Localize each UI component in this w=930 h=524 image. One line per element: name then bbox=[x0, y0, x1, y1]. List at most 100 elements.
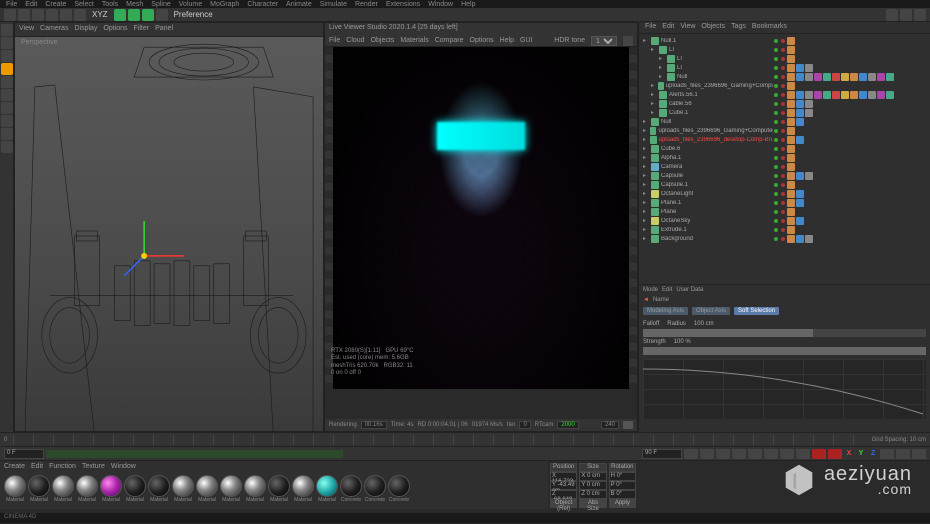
pos-z-field[interactable]: Z -68.848 cm bbox=[550, 490, 577, 499]
point-mode-icon[interactable] bbox=[1, 63, 13, 75]
main-menu[interactable]: FileEditCreate SelectToolsMesh SplineVol… bbox=[0, 0, 930, 8]
key-x-icon[interactable]: X bbox=[844, 450, 854, 457]
wireframe-canvas[interactable] bbox=[15, 37, 323, 431]
tag-row[interactable] bbox=[773, 162, 926, 171]
goto-start-icon[interactable] bbox=[684, 449, 698, 459]
tag-row[interactable] bbox=[773, 216, 926, 225]
tag-row[interactable] bbox=[773, 144, 926, 153]
move-icon[interactable] bbox=[46, 9, 58, 21]
record-icon[interactable] bbox=[812, 449, 826, 459]
tag-row[interactable] bbox=[773, 63, 926, 72]
outliner-item[interactable]: ▸Plane bbox=[643, 207, 773, 216]
axis-z-icon[interactable] bbox=[142, 9, 154, 21]
outliner-item[interactable]: ▸Extrude.1 bbox=[643, 225, 773, 234]
key-pos-icon[interactable] bbox=[880, 449, 894, 459]
material-swatch[interactable]: Material bbox=[100, 475, 122, 503]
key-rot-icon[interactable] bbox=[912, 449, 926, 459]
material-swatch[interactable]: Material bbox=[196, 475, 218, 503]
workplane-icon[interactable] bbox=[1, 50, 13, 62]
viewport-menu[interactable]: ViewCameras DisplayOptions FilterPanel bbox=[15, 23, 323, 37]
outliner-item[interactable]: ▸Capsule.1 bbox=[643, 180, 773, 189]
pos-y-field[interactable]: Y -43.49 cm bbox=[550, 481, 577, 490]
tag-row[interactable] bbox=[773, 108, 926, 117]
tag-row[interactable] bbox=[773, 72, 926, 81]
viewport-solo-icon[interactable] bbox=[1, 115, 13, 127]
material-swatch[interactable]: Material bbox=[220, 475, 242, 503]
apply-button[interactable]: Apply bbox=[609, 499, 636, 508]
tag-row[interactable] bbox=[773, 171, 926, 180]
timeline-track[interactable] bbox=[46, 450, 640, 458]
tag-row[interactable] bbox=[773, 135, 926, 144]
scale-icon[interactable] bbox=[60, 9, 72, 21]
material-swatch[interactable]: Material bbox=[4, 475, 26, 503]
tag-row[interactable] bbox=[773, 153, 926, 162]
next-key-icon[interactable] bbox=[780, 449, 794, 459]
tag-row[interactable] bbox=[773, 90, 926, 99]
outliner-item[interactable]: ▸Capsule bbox=[643, 171, 773, 180]
expand-icon[interactable] bbox=[623, 421, 633, 429]
outliner-item[interactable]: ▸OctaneLight bbox=[643, 189, 773, 198]
main-toolbar[interactable]: XYZ Preference bbox=[0, 8, 930, 22]
autokey-icon[interactable] bbox=[828, 449, 842, 459]
tag-row[interactable] bbox=[773, 225, 926, 234]
outliner-item[interactable]: ▸uploads_files_2396696_desktop-Comp-Bru+… bbox=[643, 135, 773, 144]
pos-x-field[interactable]: X 116.723 cm bbox=[550, 472, 577, 481]
material-swatch[interactable]: Material bbox=[148, 475, 170, 503]
falloff-graph[interactable] bbox=[643, 359, 926, 419]
object-manager-menu[interactable]: FileEditView ObjectsTagsBookmarks bbox=[639, 22, 930, 34]
snap-icon[interactable] bbox=[1, 128, 13, 140]
material-swatch[interactable]: Material bbox=[28, 475, 50, 503]
material-swatch[interactable]: Material bbox=[244, 475, 266, 503]
outliner-item[interactable]: ▸uploads_files_2396696_Gaming+Computer+F… bbox=[643, 126, 773, 135]
tab-object-axis[interactable]: Object Axis bbox=[692, 307, 730, 315]
live-viewer[interactable]: Live Viewer Studio 2020.1.4 [25 days lef… bbox=[324, 22, 638, 432]
prev-key-icon[interactable] bbox=[700, 449, 714, 459]
material-swatch[interactable]: Material bbox=[268, 475, 290, 503]
hdr-select[interactable]: 1 bbox=[591, 36, 617, 46]
tab-modeling-axis[interactable]: Modeling Axis bbox=[643, 307, 688, 315]
redo-icon[interactable] bbox=[18, 9, 30, 21]
perspective-viewport[interactable]: ViewCameras DisplayOptions FilterPanel bbox=[14, 22, 324, 432]
outliner-item[interactable]: ▸Alerts.56.1 bbox=[643, 90, 773, 99]
end-frame[interactable]: 90 F bbox=[642, 449, 682, 459]
lock-icon[interactable] bbox=[1, 141, 13, 153]
material-swatch[interactable]: Concrete bbox=[340, 475, 362, 503]
rotate-icon[interactable] bbox=[74, 9, 86, 21]
play-icon[interactable] bbox=[748, 449, 762, 459]
outliner-item[interactable]: ▸LI bbox=[643, 45, 773, 54]
outliner-item[interactable]: ▸cable.56 bbox=[643, 99, 773, 108]
outliner-item[interactable]: ▸Null bbox=[643, 117, 773, 126]
outliner-item[interactable]: ▸LI bbox=[643, 54, 773, 63]
render-output[interactable]: RTX 2080(S)[1.11] GPU 69°C Est. used (co… bbox=[325, 47, 637, 389]
texture-mode-icon[interactable] bbox=[1, 37, 13, 49]
outliner-item[interactable]: ▸Alpha.1 bbox=[643, 153, 773, 162]
model-mode-icon[interactable] bbox=[1, 24, 13, 36]
key-z-icon[interactable]: Z bbox=[868, 450, 878, 457]
outliner-item[interactable]: ▸Plane.1 bbox=[643, 198, 773, 207]
outliner-item[interactable]: ▸Camera bbox=[643, 162, 773, 171]
key-scale-icon[interactable] bbox=[896, 449, 910, 459]
live-viewer-menu[interactable]: FileCloudObjects MaterialsCompareOptions… bbox=[325, 35, 637, 47]
outliner-item[interactable]: ▸Background bbox=[643, 234, 773, 243]
tab-soft-selection[interactable]: Soft Selection bbox=[734, 307, 779, 315]
lock-render-icon[interactable] bbox=[623, 36, 633, 46]
axis-x-icon[interactable] bbox=[114, 9, 126, 21]
material-swatch[interactable]: Concrete bbox=[388, 475, 410, 503]
tag-row[interactable] bbox=[773, 126, 926, 135]
next-frame-icon[interactable] bbox=[764, 449, 778, 459]
coord-mode-button[interactable]: Object (Rel) bbox=[550, 499, 577, 508]
material-swatch[interactable]: Material bbox=[316, 475, 338, 503]
outliner-item[interactable]: ▸uploads_files_2396696_Gaming+Computer+F… bbox=[643, 81, 773, 90]
edge-mode-icon[interactable] bbox=[1, 76, 13, 88]
current-frame[interactable]: 0 F bbox=[4, 449, 44, 459]
attribute-manager[interactable]: ModeEditUser Data ◄Name Modeling Axis Ob… bbox=[639, 284, 930, 432]
tag-row[interactable] bbox=[773, 180, 926, 189]
strength-slider[interactable] bbox=[643, 347, 926, 355]
goto-end-icon[interactable] bbox=[796, 449, 810, 459]
material-swatch[interactable]: Concrete bbox=[364, 475, 386, 503]
coord-icon[interactable] bbox=[156, 9, 168, 21]
outliner-item[interactable]: ▸Null bbox=[643, 72, 773, 81]
undo-icon[interactable] bbox=[4, 9, 16, 21]
tag-row[interactable] bbox=[773, 198, 926, 207]
key-y-icon[interactable]: Y bbox=[856, 450, 866, 457]
